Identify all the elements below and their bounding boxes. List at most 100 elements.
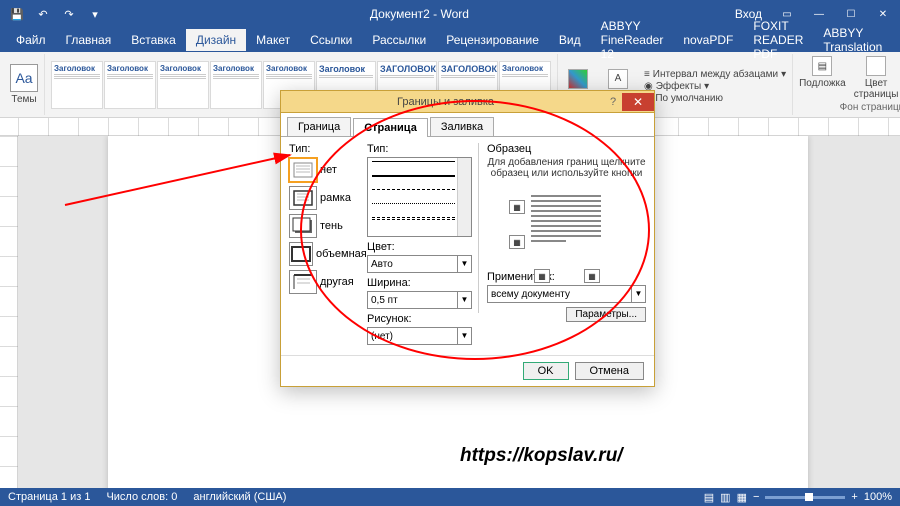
type-shadow-icon xyxy=(289,214,317,238)
dialog-buttons: OK Отмена xyxy=(281,355,654,386)
type-box-icon xyxy=(289,186,317,210)
sample-preview[interactable]: ▦ ▦ ▦ ▦ xyxy=(509,185,624,265)
view-print-layout-icon[interactable]: ▤ xyxy=(704,491,714,504)
tab-abbyy-tr[interactable]: ABBYY Translation xyxy=(813,22,892,58)
style-column: Тип: Цвет: Авто▼ Ширина: 0,5 пт▼ Р xyxy=(367,143,472,349)
language-indicator[interactable]: английский (США) xyxy=(193,491,286,503)
art-label: Рисунок: xyxy=(367,313,472,325)
dialog-titlebar[interactable]: Границы и заливка ? ✕ xyxy=(281,91,654,113)
tab-page-border[interactable]: Страница xyxy=(353,118,428,137)
themes-icon: Aa xyxy=(10,64,38,92)
zoom-slider[interactable] xyxy=(765,496,845,499)
zoom-level[interactable]: 100% xyxy=(864,491,892,503)
redo-icon[interactable]: ↷ xyxy=(58,3,80,25)
ribbon-tabs: Файл Главная Вставка Дизайн Макет Ссылки… xyxy=(0,28,900,52)
style-card[interactable]: Заголовок xyxy=(104,61,156,109)
type-none-icon xyxy=(289,158,317,182)
quick-access: 💾 ↶ ↷ ▾ xyxy=(0,3,112,25)
color-select[interactable]: Авто▼ xyxy=(367,255,472,273)
line-style-item[interactable] xyxy=(372,175,455,185)
help-icon[interactable]: ? xyxy=(604,96,622,108)
ok-button[interactable]: OK xyxy=(523,362,569,380)
line-style-item[interactable] xyxy=(372,161,455,171)
chevron-down-icon: ▼ xyxy=(457,256,471,272)
apply-label: Применить к: xyxy=(487,271,646,283)
line-style-list[interactable] xyxy=(367,157,472,237)
border-handle-bottom[interactable]: ▦ xyxy=(509,235,525,249)
themes-button[interactable]: Aa Темы xyxy=(10,64,38,105)
statusbar: Страница 1 из 1 Число слов: 0 английский… xyxy=(0,488,900,506)
width-select[interactable]: 0,5 пт▼ xyxy=(367,291,472,309)
tell-me[interactable]: 💡 Помощн. xyxy=(892,22,900,58)
type-box[interactable]: рамка xyxy=(289,186,361,210)
width-label: Ширина: xyxy=(367,277,472,289)
tab-layout[interactable]: Макет xyxy=(246,29,300,51)
tab-file[interactable]: Файл xyxy=(6,29,56,51)
undo-icon[interactable]: ↶ xyxy=(32,3,54,25)
spacing-button[interactable]: ≡ Интервал между абзацами ▾ xyxy=(644,69,786,80)
art-select[interactable]: (нет)▼ xyxy=(367,327,472,345)
type-label: Тип: xyxy=(289,143,361,155)
apply-select[interactable]: всему документу▼ xyxy=(487,285,646,303)
chevron-down-icon: ▼ xyxy=(457,292,471,308)
word-count[interactable]: Число слов: 0 xyxy=(106,491,177,503)
effects-button[interactable]: ◉ Эффекты ▾ xyxy=(644,81,786,92)
tab-insert[interactable]: Вставка xyxy=(121,29,186,51)
borders-shading-dialog: Границы и заливка ? ✕ Граница Страница З… xyxy=(280,90,655,387)
chevron-down-icon: ▼ xyxy=(457,328,471,344)
border-handle-right[interactable]: ▦ xyxy=(584,269,600,283)
view-web-icon[interactable]: ▦ xyxy=(737,491,747,504)
view-read-icon[interactable]: ▥ xyxy=(720,491,730,504)
watermark-url: https://kopslav.ru/ xyxy=(460,445,623,467)
dialog-body: Тип: нет рамка тень объемная другая Тип: xyxy=(281,137,654,355)
save-icon[interactable]: 💾 xyxy=(6,3,28,25)
type-custom[interactable]: другая xyxy=(289,270,361,294)
close-button[interactable]: ✕ xyxy=(622,93,654,111)
tab-review[interactable]: Рецензирование xyxy=(436,29,549,51)
fonts-icon: A xyxy=(608,69,628,89)
watermark-icon: ▤ xyxy=(812,56,832,76)
ruler-vertical[interactable] xyxy=(0,136,18,488)
dialog-tabs: Граница Страница Заливка xyxy=(281,113,654,137)
watermark-button[interactable]: ▤ Подложка xyxy=(799,56,846,100)
tab-home[interactable]: Главная xyxy=(56,29,122,51)
style-card[interactable]: Заголовок xyxy=(210,61,262,109)
sample-label: Образец xyxy=(487,143,646,155)
border-handle-left[interactable]: ▦ xyxy=(534,269,550,283)
tab-view[interactable]: Вид xyxy=(549,29,591,51)
type-3d-icon xyxy=(289,242,313,266)
type-column: Тип: нет рамка тень объемная другая xyxy=(289,143,361,349)
scrollbar[interactable] xyxy=(457,158,471,236)
line-style-item[interactable] xyxy=(372,189,455,199)
parameters-button[interactable]: Параметры... xyxy=(566,307,646,322)
tab-design[interactable]: Дизайн xyxy=(186,29,246,51)
themes-group: Aa Темы xyxy=(4,54,45,115)
line-style-item[interactable] xyxy=(372,203,455,213)
dialog-title: Границы и заливка xyxy=(287,96,604,108)
zoom-in-icon[interactable]: + xyxy=(851,491,857,503)
page-background-group: ▤ Подложка Цвет страницы ▣ Границы стран… xyxy=(793,54,900,115)
zoom-out-icon[interactable]: − xyxy=(753,491,759,503)
type-3d[interactable]: объемная xyxy=(289,242,361,266)
style-label: Тип: xyxy=(367,143,472,155)
tab-mailings[interactable]: Рассылки xyxy=(362,29,436,51)
tab-border[interactable]: Граница xyxy=(287,117,351,136)
sample-hint: Для добавления границ щелкните образец и… xyxy=(487,157,646,179)
group-label: Фон страницы xyxy=(799,102,900,113)
page-color-button[interactable]: Цвет страницы xyxy=(854,56,899,100)
set-default-button[interactable]: ✔ По умолчанию xyxy=(644,93,786,104)
tab-references[interactable]: Ссылки xyxy=(300,29,362,51)
line-style-item[interactable] xyxy=(372,217,455,220)
style-card[interactable]: Заголовок xyxy=(51,61,103,109)
cancel-button[interactable]: Отмена xyxy=(575,362,644,380)
customize-icon[interactable]: ▾ xyxy=(84,3,106,25)
type-none[interactable]: нет xyxy=(289,158,361,182)
tab-novapdf[interactable]: novaPDF xyxy=(673,29,743,51)
border-handle-top[interactable]: ▦ xyxy=(509,200,525,214)
tab-shading[interactable]: Заливка xyxy=(430,117,494,136)
style-card[interactable]: Заголовок xyxy=(157,61,209,109)
page-indicator[interactable]: Страница 1 из 1 xyxy=(8,491,90,503)
type-shadow[interactable]: тень xyxy=(289,214,361,238)
chevron-down-icon: ▼ xyxy=(631,286,645,302)
type-custom-icon xyxy=(289,270,317,294)
